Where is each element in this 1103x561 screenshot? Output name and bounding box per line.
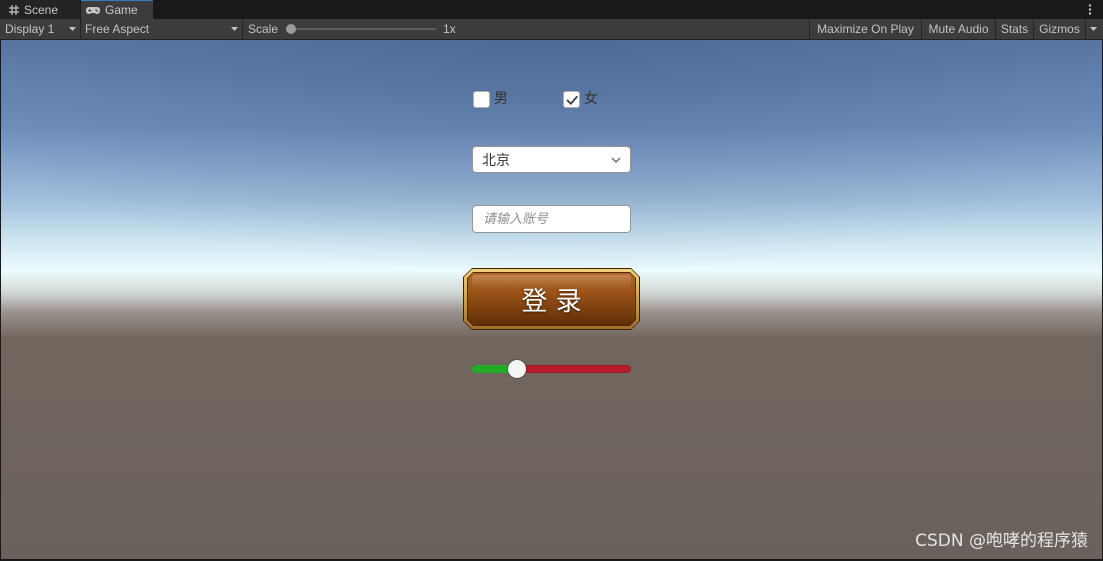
aspect-dropdown-label: Free Aspect xyxy=(85,22,150,36)
game-viewport: 男 女 北京 登 录 CSDN @咆哮的 xyxy=(0,40,1103,561)
dropdown-arrow-icon xyxy=(231,27,238,31)
chevron-down-icon-graphic xyxy=(611,157,621,163)
grid-icon-graphic xyxy=(9,5,19,15)
watermark: CSDN @咆哮的程序猿 xyxy=(915,531,1088,551)
slider-handle[interactable] xyxy=(507,360,526,378)
kebab-menu-icon[interactable] xyxy=(1084,3,1096,16)
scale-slider[interactable] xyxy=(286,24,436,34)
dropdown-arrow-icon xyxy=(1090,27,1097,31)
dropdown-arrow-icon-graphic xyxy=(69,27,76,31)
gizmos-menu-button[interactable] xyxy=(1085,19,1101,39)
gamepad-icon-graphic xyxy=(86,6,100,14)
display-dropdown[interactable]: Display 1 xyxy=(0,19,81,39)
mute-audio-button[interactable]: Mute Audio xyxy=(921,19,995,39)
login-button[interactable]: 登 录 xyxy=(463,268,640,330)
city-dropdown[interactable]: 北京 xyxy=(472,146,631,173)
toggle-male[interactable]: 男 xyxy=(473,91,508,108)
scale-value: 1x xyxy=(443,22,456,36)
maximize-on-play-button[interactable]: Maximize On Play xyxy=(809,19,921,39)
toggle-label: 女 xyxy=(584,91,598,107)
scale-label: Scale xyxy=(248,22,279,36)
kebab-menu-icon-graphic xyxy=(1088,4,1092,15)
display-dropdown-label: Display 1 xyxy=(5,22,55,36)
toggle-checkbox[interactable] xyxy=(563,91,580,108)
toggle-label: 男 xyxy=(494,91,508,107)
city-dropdown-value: 北京 xyxy=(482,152,510,169)
gamepad-icon xyxy=(86,6,100,15)
aspect-dropdown[interactable]: Free Aspect xyxy=(81,19,243,39)
dropdown-arrow-icon-graphic xyxy=(231,27,238,31)
gizmos-button[interactable]: Gizmos xyxy=(1033,19,1085,39)
checkmark-icon xyxy=(566,95,578,105)
stats-button[interactable]: Stats xyxy=(995,19,1033,39)
dropdown-arrow-icon xyxy=(69,27,76,31)
editor-tab-strip: Scene Game xyxy=(0,0,1103,19)
game-view-toolbar: Display 1 Free Aspect Scale 1x Maximize … xyxy=(0,19,1103,40)
grid-icon xyxy=(9,5,19,15)
tab-game-label: Game xyxy=(105,3,138,17)
toggle-checkbox[interactable] xyxy=(473,91,490,108)
tab-scene-label: Scene xyxy=(24,3,59,17)
login-button-label: 登 录 xyxy=(521,286,582,317)
account-input[interactable] xyxy=(472,205,631,233)
chevron-down-icon xyxy=(611,157,621,163)
tab-game[interactable]: Game xyxy=(81,0,153,19)
tab-scene[interactable]: Scene xyxy=(0,0,80,19)
toggle-female[interactable]: 女 xyxy=(563,91,598,108)
unity-game-window: Scene Game Display 1 Free Aspect Scale 1… xyxy=(0,0,1103,561)
game-slider[interactable] xyxy=(472,360,631,378)
scale-slider-knob[interactable] xyxy=(286,24,296,34)
